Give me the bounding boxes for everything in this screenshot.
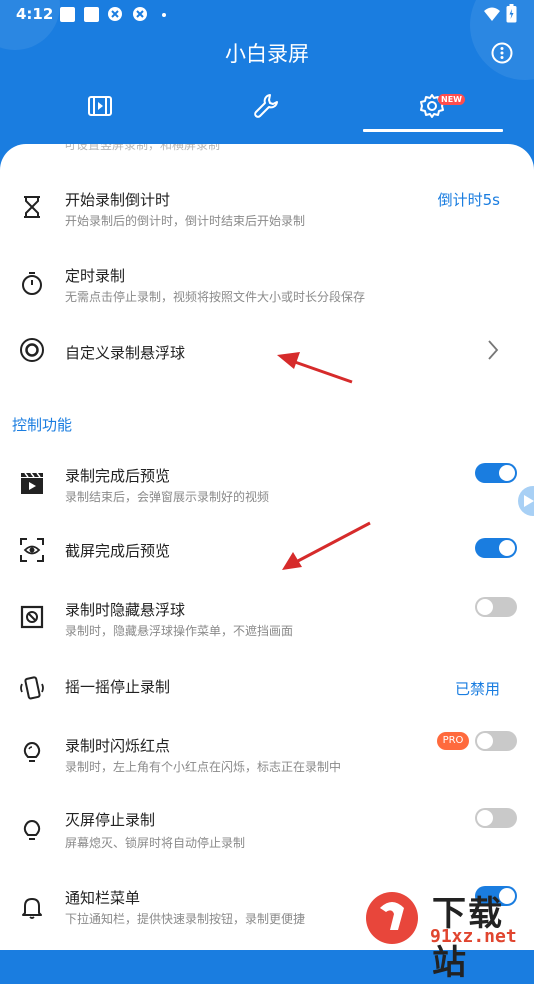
section-title-control: 控制功能 [12, 416, 73, 434]
hide-ball-icon [20, 605, 44, 629]
countdown-value[interactable]: 倒计时5s [438, 189, 500, 210]
setting-subtitle: 录制时，左上角有个小红点在闪烁，标志正在录制中 [65, 760, 342, 774]
toggle-knob [477, 733, 493, 749]
wifi-icon [484, 7, 500, 21]
battery-icon [506, 4, 517, 23]
settings-sheet[interactable]: 可设置竖屏录制，和横屏录制 开始录制倒计时 开始录制后的倒计时，倒计时结束后开始… [0, 144, 534, 950]
more-options-icon[interactable] [491, 42, 513, 64]
setting-subtitle: 录制结束后，会弹窗展示录制好的视频 [65, 490, 270, 504]
app-notification-icon [133, 7, 147, 21]
setting-row-timed-recording[interactable]: 定时录制 无需点击停止录制，视频将按照文件大小或时长分段保存 [0, 256, 534, 310]
setting-row-hide-float-ball[interactable]: 录制时隐藏悬浮球 录制时，隐藏悬浮球操作菜单，不遮挡画面 [0, 590, 534, 644]
bulb-off-icon [23, 819, 41, 840]
shake-stop-value[interactable]: 已禁用 [455, 678, 500, 699]
setting-row-preview-after-screenshot[interactable]: 截屏完成后预览 [0, 530, 534, 570]
setting-title: 定时录制 [65, 267, 126, 285]
setting-subtitle: 下拉通知栏，提供快速录制按钮，录制更便捷 [65, 912, 306, 926]
setting-title: 截屏完成后预览 [65, 542, 171, 560]
setting-title: 录制时闪烁红点 [65, 737, 171, 755]
blink-red-dot-toggle[interactable] [475, 731, 517, 751]
setting-subtitle: 录制时，隐藏悬浮球操作菜单，不遮挡画面 [65, 624, 294, 638]
setting-title: 摇一摇停止录制 [65, 678, 171, 696]
setting-title: 开始录制倒计时 [65, 191, 171, 209]
faded-previous-subtitle: 可设置竖屏录制，和横屏录制 [64, 144, 221, 152]
setting-title: 灭屏停止录制 [65, 811, 156, 829]
toggle-knob [477, 599, 493, 615]
tab-video-list-icon[interactable] [86, 92, 114, 120]
app-title: 小白录屏 [225, 42, 309, 66]
chevron-right-icon[interactable] [486, 339, 500, 361]
setting-row-blink-red-dot[interactable]: 录制时闪烁红点 录制时，左上角有个小红点在闪烁，标志正在录制中 PRO [0, 726, 534, 780]
header: 4:12 小白录屏 NEW [0, 0, 534, 160]
screen-off-stop-toggle[interactable] [475, 808, 517, 828]
status-bar: 4:12 [0, 0, 534, 30]
setting-row-custom-float-ball[interactable]: 自定义录制悬浮球 [0, 330, 534, 370]
toggle-knob [499, 465, 515, 481]
setting-row-shake-stop[interactable]: 摇一摇停止录制 已禁用 [0, 668, 534, 708]
new-badge: NEW [438, 94, 465, 105]
preview-after-screenshot-toggle[interactable] [475, 538, 517, 558]
target-ring-icon [20, 338, 44, 362]
bell-icon [22, 898, 42, 919]
status-time: 4:12 [16, 5, 54, 23]
video-camera-icon [524, 495, 534, 507]
setting-subtitle: 无需点击停止录制，视频将按照文件大小或时长分段保存 [65, 290, 366, 304]
more-notifications-dot-icon [162, 13, 166, 17]
tab-tools-wrench-icon[interactable] [252, 92, 280, 120]
shake-phone-icon [20, 676, 44, 700]
screenshot-eye-icon [20, 538, 44, 562]
watermark-url: 91xz.net [430, 926, 517, 947]
tab-indicator [363, 129, 503, 132]
setting-title: 录制完成后预览 [65, 467, 171, 485]
toggle-knob [477, 810, 493, 826]
app-notification-icon [108, 7, 122, 21]
notification-icon [60, 7, 75, 22]
clapperboard-icon [21, 472, 43, 494]
lightbulb-icon [23, 741, 41, 762]
setting-title: 通知栏菜单 [65, 889, 141, 907]
hide-float-ball-toggle[interactable] [475, 597, 517, 617]
setting-row-screen-off-stop[interactable]: 灭屏停止录制 屏幕熄灭、锁屏时将自动停止录制 [0, 804, 534, 858]
setting-subtitle: 开始录制后的倒计时，倒计时结束后开始录制 [65, 214, 306, 228]
notification-icon [84, 7, 99, 22]
setting-row-countdown[interactable]: 开始录制倒计时 开始录制后的倒计时，倒计时结束后开始录制 倒计时5s [0, 180, 534, 234]
preview-after-recording-toggle[interactable] [475, 463, 517, 483]
setting-title: 自定义录制悬浮球 [65, 344, 186, 362]
hourglass-icon [24, 196, 40, 218]
setting-title: 录制时隐藏悬浮球 [65, 601, 186, 619]
pro-badge: PRO [437, 732, 469, 750]
setting-subtitle: 屏幕熄灭、锁屏时将自动停止录制 [65, 836, 246, 850]
stopwatch-icon [22, 272, 42, 295]
toggle-knob [499, 540, 515, 556]
setting-row-preview-after-recording[interactable]: 录制完成后预览 录制结束后，会弹窗展示录制好的视频 [0, 456, 534, 510]
